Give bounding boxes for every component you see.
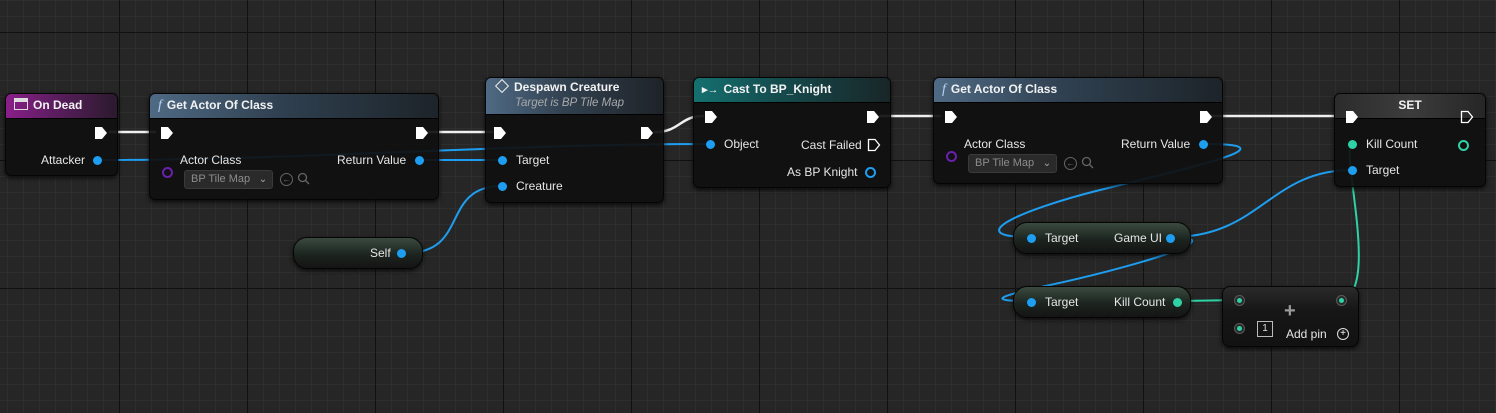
kill-count-in-pin[interactable] [1348,140,1357,149]
on-dead-event-node[interactable]: On Dead Attacker [5,93,118,176]
as-bp-knight-label: As BP Knight [787,165,858,179]
target-label: Target [516,153,550,167]
cast-failed-label: Cast Failed [801,138,862,152]
node-header: Despawn Creature Target is BP Tile Map [486,78,663,115]
browse-search-icon[interactable] [1081,156,1094,169]
kill-count-out-pin[interactable] [1458,140,1469,151]
chevron-down-icon: ⌄ [258,174,268,185]
actor-class-label: Actor Class [180,153,242,167]
despawn-creature-node[interactable]: Despawn Creature Target is BP Tile Map T… [485,77,664,203]
as-bp-knight-pin[interactable] [865,167,876,178]
add-pin-icon[interactable]: + [1337,328,1349,340]
node-header: f Get Actor Of Class [150,94,438,119]
chevron-down-icon: ⌄ [1042,158,1052,169]
attacker-label: Attacker [41,153,86,167]
plus-icon: + [1284,300,1296,322]
actor-class-pin[interactable] [946,151,957,162]
use-selected-icon[interactable]: ← [280,173,293,186]
creature-label: Creature [516,179,563,193]
set-kill-count-node[interactable]: SET Kill Count Target [1334,93,1486,187]
add-pin-label[interactable]: Add pin [1286,327,1327,341]
use-selected-icon[interactable]: ← [1064,157,1077,170]
wire-layer [102,114,1360,302]
target-pin[interactable] [1027,234,1036,243]
game-ui-out-pin[interactable] [1166,234,1175,243]
kill-count-out-pin[interactable] [1173,298,1182,307]
target-label: Target [1366,163,1400,177]
index-value-box[interactable]: 1 [1257,321,1273,337]
function-icon: f [158,98,162,113]
return-value-pin[interactable] [415,156,424,165]
actor-class-pin[interactable] [162,167,173,178]
dropdown-value: BP Tile Map [191,173,251,185]
kill-count-getter-node[interactable]: Target Kill Count [1013,286,1191,318]
return-value-pin[interactable] [1199,140,1208,149]
add-input-a-pin[interactable] [1234,295,1245,306]
node-title: Cast To BP_Knight [723,82,832,96]
kill-count-label: Kill Count [1366,137,1418,151]
cast-to-bp-knight-node[interactable]: ▸→ Cast To BP_Knight Object Cast Failed A… [693,77,891,188]
actor-class-dropdown[interactable]: BP Tile Map ⌄ [184,170,274,189]
get-actor-of-class-node-1[interactable]: f Get Actor Of Class Actor Class BP Tile … [149,93,439,200]
cast-icon: ▸→ [702,84,719,96]
node-title: On Dead [33,98,83,112]
dropdown-value: BP Tile Map [975,157,1035,169]
actor-class-label: Actor Class [964,137,1026,151]
creature-pin[interactable] [498,182,507,191]
node-header: On Dead [6,94,117,119]
node-title: Get Actor Of Class [950,82,1058,96]
kill-count-label: Kill Count [1114,295,1166,309]
diamond-icon [494,78,510,94]
node-header: ▸→ Cast To BP_Knight [694,78,890,103]
add-output-pin[interactable] [1336,295,1347,306]
function-icon: f [942,82,946,97]
return-value-label: Return Value [1121,137,1191,151]
add-int-node[interactable]: + 1 Add pin + [1222,286,1359,347]
self-pin[interactable] [397,249,406,258]
object-label: Object [724,137,759,151]
actor-class-dropdown[interactable]: BP Tile Map ⌄ [968,154,1058,173]
game-ui-label: Game UI [1114,231,1163,245]
node-subtitle: Target is BP Tile Map [515,97,624,109]
node-title: SET [1398,98,1422,112]
game-ui-getter-node[interactable]: Target Game UI [1013,222,1191,254]
event-icon [14,98,28,110]
object-pin[interactable] [706,140,715,149]
node-header: f Get Actor Of Class [934,78,1222,103]
self-label: Self [370,246,391,260]
node-title: Get Actor Of Class [166,98,274,112]
target-pin[interactable] [1027,298,1036,307]
attacker-pin[interactable] [93,156,102,165]
target-label: Target [1045,231,1079,245]
return-value-label: Return Value [337,153,407,167]
target-pin[interactable] [498,156,507,165]
target-label: Target [1045,295,1079,309]
self-node[interactable]: Self [293,237,423,269]
node-title: Despawn Creature [514,80,620,94]
add-input-b-pin[interactable] [1234,323,1245,334]
target-pin[interactable] [1348,166,1357,175]
browse-search-icon[interactable] [297,172,310,185]
get-actor-of-class-node-2[interactable]: f Get Actor Of Class Actor Class BP Tile … [933,77,1223,184]
